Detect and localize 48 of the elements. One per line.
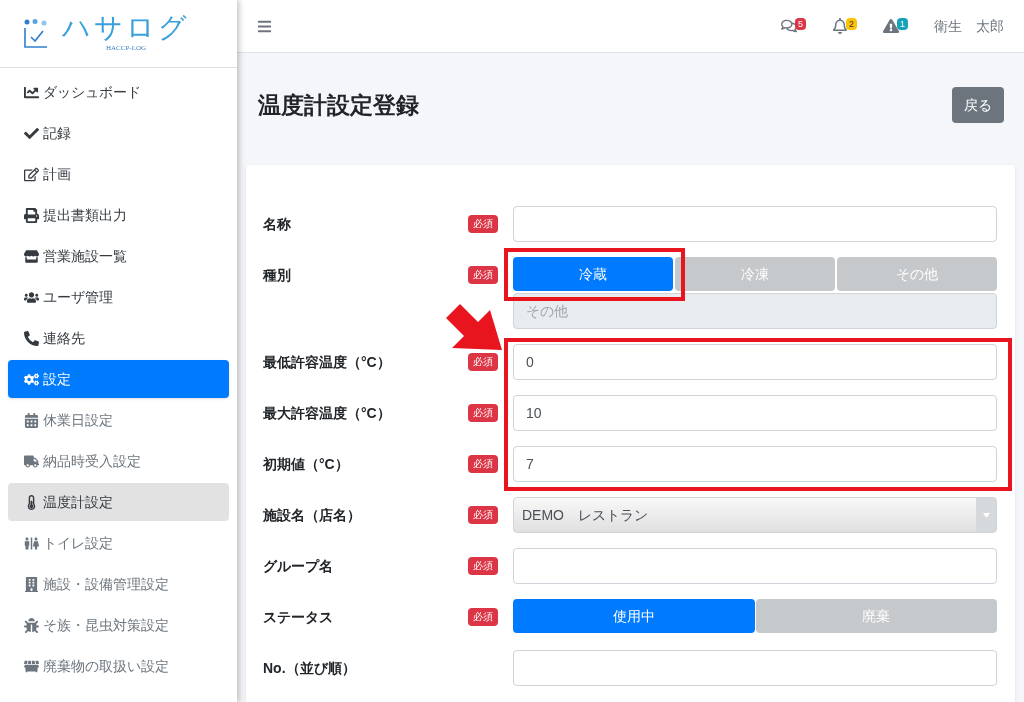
sidebar-item[interactable]: そ族・昆虫対策設定 [8,606,229,644]
input-field[interactable]: 0 [513,344,997,380]
sidebar-item[interactable]: 計画 [8,155,229,193]
required-badge: 必須 [468,353,498,371]
sidebar-item[interactable]: 記録 [8,114,229,152]
input-field[interactable]: 7 [513,446,997,482]
required-badge: 必須 [468,557,498,575]
toggle-button[interactable]: 冷蔵 [513,257,673,291]
field-label: 施設名（店名） [263,505,361,525]
field-label: 最低許容温度（°C） [263,352,391,372]
field-label: ステータス [263,607,333,627]
sidebar-item[interactable]: 休業日設定 [8,401,229,439]
count-badge: 2 [845,18,857,30]
field-label: グループ名 [263,556,333,576]
sidebar-item[interactable]: 提出書類出力 [8,196,229,234]
input-field[interactable]: 10 [513,395,997,431]
field-label: No.（並び順） [263,658,356,678]
required-badge: 必須 [468,608,498,626]
required-badge: 必須 [468,215,498,233]
select-field[interactable]: DEMO レストラン [513,497,997,533]
logo-text: ハサログ [62,13,190,44]
field-label: 種別 [263,265,291,285]
field-label: 初期値（°C） [263,454,349,474]
sidebar-item[interactable]: 廃棄物の取扱い設定 [8,647,229,685]
notification-button[interactable]: 2 [831,18,857,34]
required-badge: 必須 [468,266,498,284]
field-label: 最大許容温度（°C） [263,403,391,423]
required-badge: 必須 [468,404,498,422]
sidebar-item[interactable]: 温度計設定 [8,483,229,521]
sidebar-item[interactable]: 連絡先 [8,319,229,357]
required-badge: 必須 [468,506,498,524]
sidebar-item[interactable]: トイレ設定 [8,524,229,562]
count-badge: 5 [794,18,806,30]
sidebar-item[interactable]: 施設・設備管理設定 [8,565,229,603]
field-label: 名称 [263,214,291,234]
count-badge: 1 [897,18,908,30]
sidebar-item[interactable]: 設定 [8,360,229,398]
sidebar-item[interactable]: ダッシュボード [8,73,229,111]
sidebar-item[interactable]: 納品時受入設定 [8,442,229,480]
notification-button[interactable]: 1 [883,18,908,34]
user-name[interactable]: 衛生 太郎 [934,15,1004,37]
sidebar-item[interactable]: ユーザ管理 [8,278,229,316]
back-button[interactable]: 戻る [952,87,1004,123]
sidebar-item[interactable]: 営業施設一覧 [8,237,229,275]
page-title: 温度計設定登録 [258,90,419,120]
notification-button[interactable]: 5 [780,18,806,34]
toggle-button[interactable]: 使用中 [513,599,755,633]
required-badge: 必須 [468,455,498,473]
